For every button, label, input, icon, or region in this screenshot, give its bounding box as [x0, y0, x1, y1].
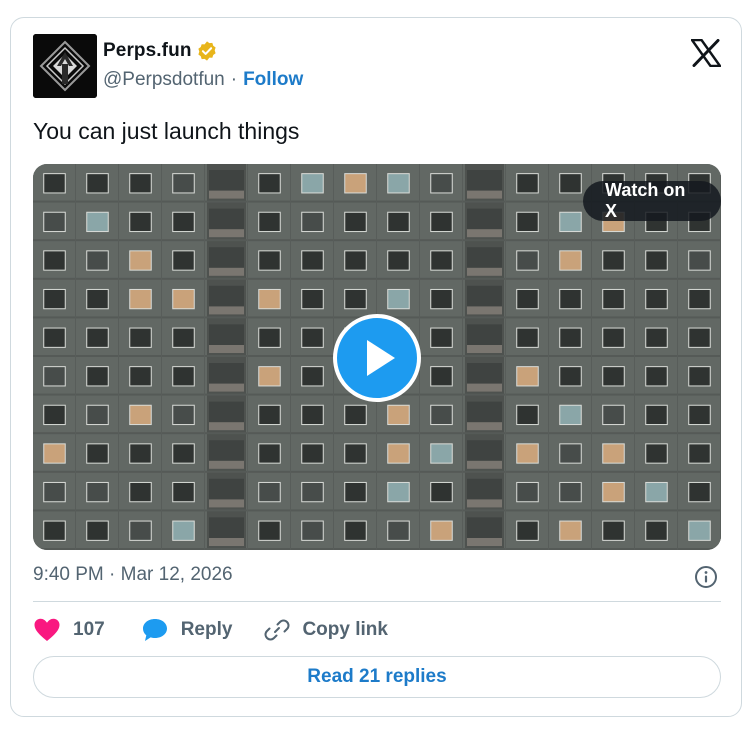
like-action[interactable]: 107 [33, 617, 105, 643]
follow-link[interactable]: Follow [243, 69, 303, 91]
watch-on-x-button[interactable]: Watch on X [583, 180, 721, 221]
reply-bubble-icon [142, 619, 167, 641]
like-count: 107 [73, 619, 105, 640]
tweet-text: You can just launch things [33, 118, 300, 144]
gold-verified-badge-icon [197, 41, 216, 61]
link-icon [264, 619, 290, 641]
read-replies-button[interactable]: Read 21 replies [33, 656, 721, 698]
author-name[interactable]: Perps.fun [103, 40, 192, 62]
author-handle[interactable]: @Perpsdotfun [103, 69, 225, 91]
x-logo-icon[interactable] [691, 39, 721, 67]
divider [33, 601, 721, 602]
play-icon [367, 340, 395, 376]
info-icon[interactable] [694, 565, 718, 589]
perps-logo-icon [33, 34, 97, 98]
author-avatar[interactable] [33, 34, 97, 98]
copy-link-action[interactable]: Copy link [264, 617, 388, 643]
tweet-timestamp[interactable]: 9:40 PM · Mar 12, 2026 [33, 564, 233, 586]
reply-label: Reply [180, 619, 233, 640]
copy-link-label: Copy link [302, 619, 388, 640]
separator-dot: · [230, 69, 238, 90]
reply-action[interactable]: Reply [141, 617, 233, 643]
video-thumbnail[interactable]: Watch on X [33, 164, 721, 550]
tweet-embed-card: Perps.fun @Perpsdotfun · Follow You can … [10, 17, 742, 717]
heart-icon [34, 618, 60, 641]
play-button[interactable] [333, 314, 421, 402]
